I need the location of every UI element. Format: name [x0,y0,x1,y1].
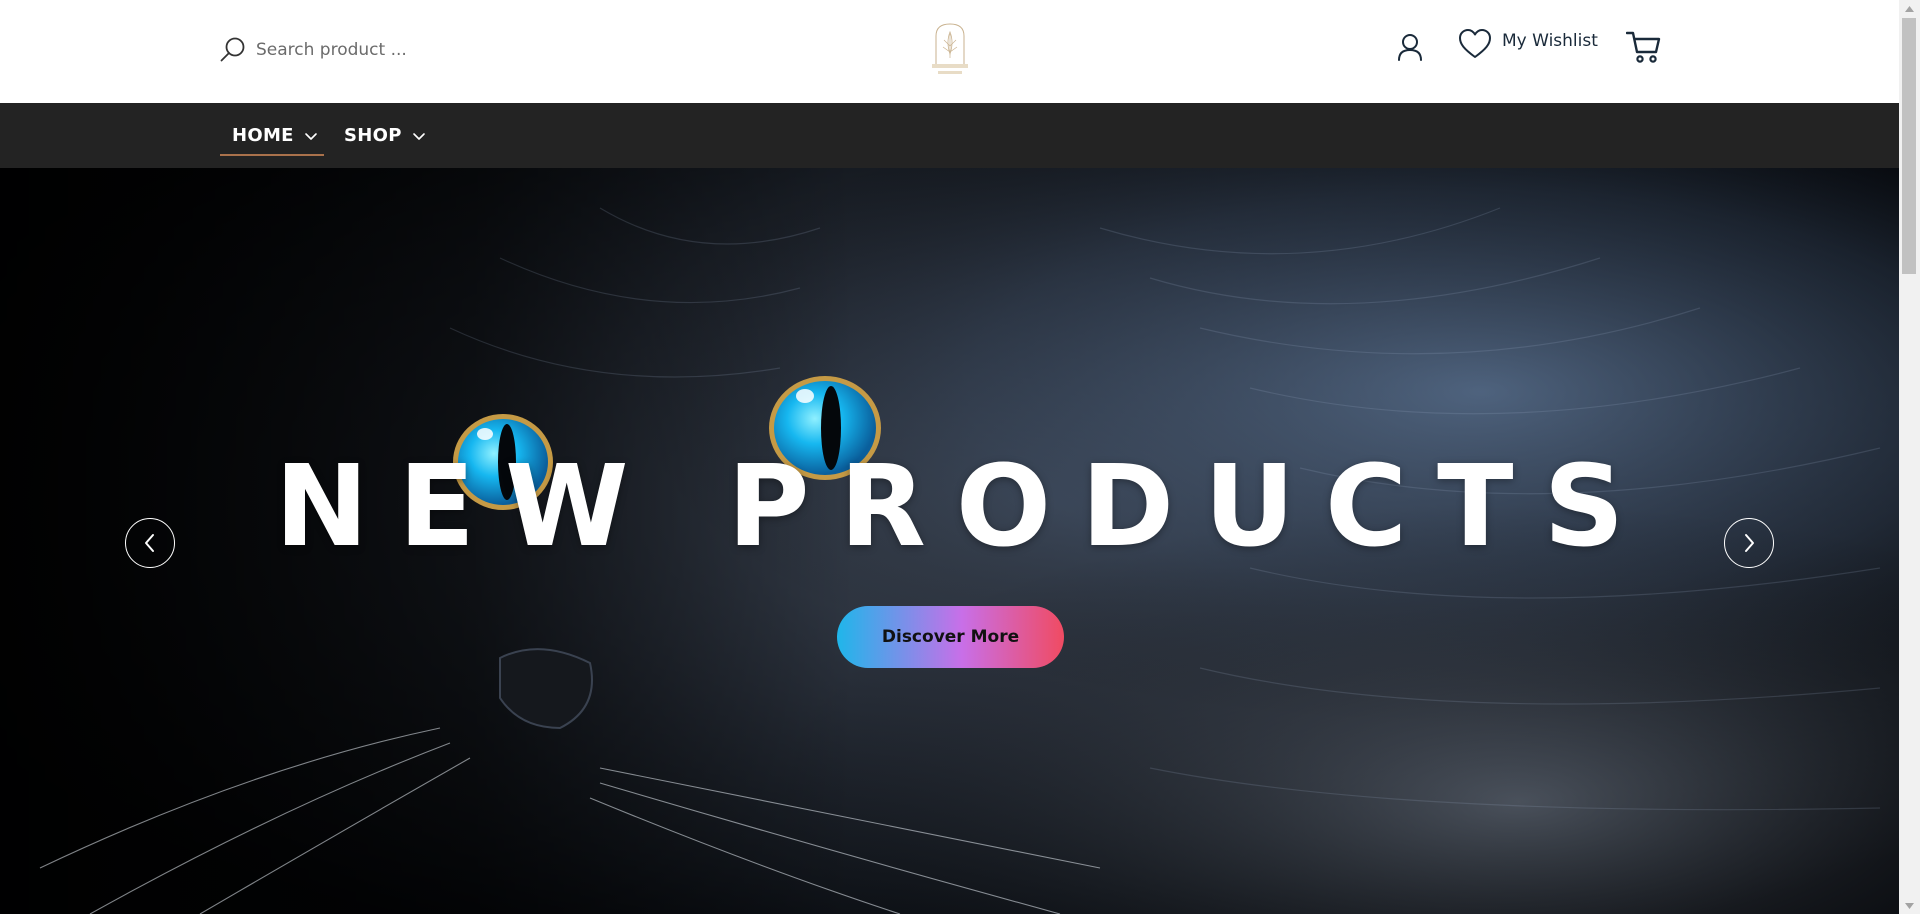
chevron-right-icon [1745,534,1754,552]
scrollbar-thumb[interactable] [1902,18,1916,274]
page: My Wishlist HOME SHOP [0,0,1920,914]
nav-item-label: SHOP [344,125,402,146]
cart-icon[interactable] [1626,30,1662,64]
chevron-down-icon [304,132,317,140]
scroll-up-arrow-icon[interactable] [1899,0,1920,17]
heart-icon [1459,29,1491,58]
page-scrollbar[interactable] [1899,0,1920,914]
search-icon[interactable] [218,35,248,65]
discover-more-button[interactable]: Discover More [837,606,1064,668]
hero-slider: NEW PRODUCTS Discover More [0,168,1899,914]
wishlist-label: My Wishlist [1502,31,1598,51]
main-nav: HOME SHOP [0,103,1899,168]
nav-item-home[interactable]: HOME [232,103,318,168]
slider-prev-button[interactable] [125,518,175,568]
hero-title: NEW PRODUCTS [274,442,1655,572]
chevron-left-icon [145,534,154,552]
nav-item-label: HOME [232,125,294,146]
wishlist-link[interactable]: My Wishlist [1458,28,1598,60]
search-bar [218,32,576,68]
slider-next-button[interactable] [1724,518,1774,568]
user-icon[interactable] [1396,32,1424,62]
active-nav-indicator [220,154,324,156]
scroll-down-arrow-icon[interactable] [1899,897,1920,914]
search-input[interactable] [256,40,576,60]
site-header: My Wishlist [0,0,1899,103]
chevron-down-icon [412,132,425,140]
brand-logo[interactable] [926,20,974,80]
nav-item-shop[interactable]: SHOP [344,103,426,168]
